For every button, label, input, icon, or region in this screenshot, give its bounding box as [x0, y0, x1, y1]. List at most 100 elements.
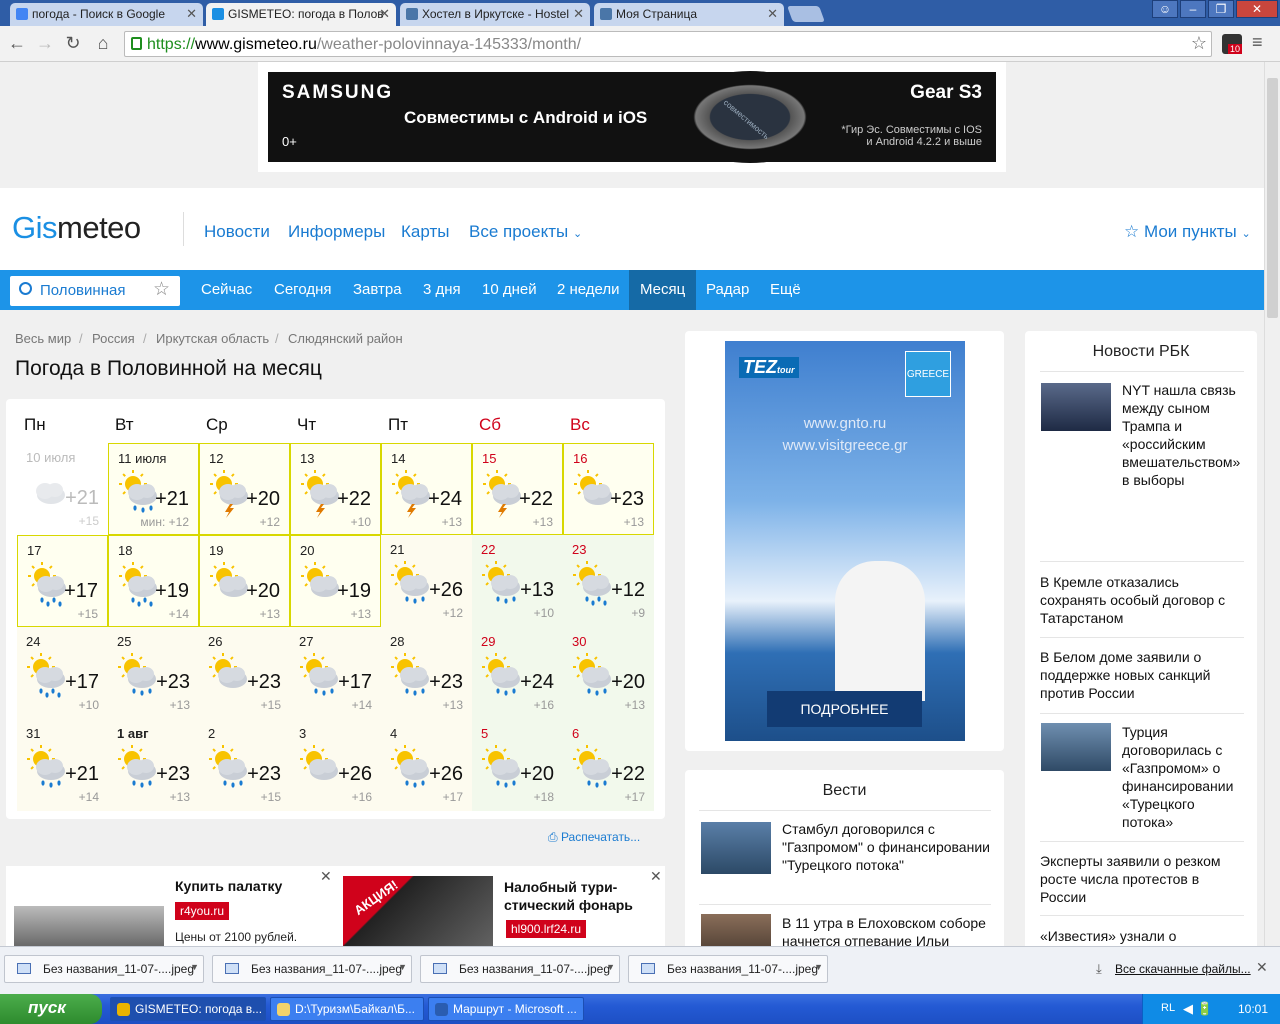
forward-icon[interactable]: →	[34, 32, 56, 54]
nav-tab-4[interactable]: 10 дней	[471, 270, 548, 310]
day-cell[interactable]: 14 +24 +13	[381, 443, 472, 535]
clock[interactable]: 10:01	[1238, 1002, 1268, 1016]
news-link[interactable]: Стамбул договорился с "Газпромом" о фина…	[782, 820, 992, 874]
day-cell[interactable]: 1 авг +23 +13	[108, 719, 199, 811]
browser-tab[interactable]: GISMETEO: погода в Полов ✕	[206, 3, 396, 26]
ad-cta-button[interactable]: ПОДРОБНЕЕ	[767, 691, 922, 727]
nav-tab-8[interactable]: Ещё	[759, 270, 812, 310]
news-link[interactable]: NYT нашла связь между сыном Трампа и «ро…	[1122, 381, 1242, 489]
download-item[interactable]: Без названия_11-07-....jpeg ▼	[212, 955, 412, 983]
ad1-domain[interactable]: r4you.ru	[175, 902, 230, 920]
nav-tab-2[interactable]: Завтра	[342, 270, 413, 310]
close-ad-icon[interactable]: ✕	[650, 868, 662, 885]
day-cell[interactable]: 4 +26 +17	[381, 719, 472, 811]
breadcrumb-item[interactable]: Россия	[92, 331, 135, 346]
page-scrollbar[interactable]	[1264, 62, 1280, 946]
day-cell[interactable]: 24 +17 +10	[17, 627, 108, 719]
news-thumbnail[interactable]	[701, 822, 771, 874]
day-cell[interactable]: 19 +20 +13	[199, 535, 290, 627]
nav-maps[interactable]: Карты	[401, 222, 449, 242]
news-link[interactable]: В 11 утра в Елоховском соборе начнется о…	[782, 914, 992, 946]
language-indicator[interactable]: RL	[1161, 1002, 1175, 1014]
nav-all-projects[interactable]: Все проекты ⌄	[469, 222, 582, 242]
browser-tab[interactable]: Моя Страница ✕	[594, 3, 784, 26]
download-item[interactable]: Без названия_11-07-....jpeg ▼	[420, 955, 620, 983]
day-cell[interactable]: 29 +24 +16	[472, 627, 563, 719]
address-bar[interactable]: https://www.gismeteo.ru/weather-polovinn…	[124, 31, 1212, 57]
breadcrumb-item[interactable]: Весь мир	[15, 331, 71, 346]
ad2-domain[interactable]: hl900.lrf24.ru	[506, 920, 587, 938]
all-downloads-link[interactable]: Все скачанные файлы...	[1115, 962, 1251, 976]
breadcrumb-item[interactable]: Слюдянский район	[288, 331, 403, 346]
day-cell[interactable]: 10 июля +21 +15	[17, 443, 108, 535]
nav-tab-7[interactable]: Радар	[695, 270, 760, 310]
greece-ad[interactable]: TEZtour GREECE www.gnto.ru www.visitgreec…	[685, 331, 1004, 751]
day-cell[interactable]: 22 +13 +10	[472, 535, 563, 627]
taskbar-button[interactable]: GISMETEO: погода в...	[110, 997, 266, 1021]
download-item[interactable]: Без названия_11-07-....jpeg ▼	[628, 955, 828, 983]
taskbar-button[interactable]: Маршрут - Microsoft ...	[428, 997, 584, 1021]
day-cell[interactable]: 6 +22 +17	[563, 719, 654, 811]
nav-tab-6[interactable]: Месяц	[629, 270, 697, 310]
close-ad-icon[interactable]: ✕	[320, 868, 332, 885]
flashlight-image[interactable]: АКЦИЯ!	[343, 876, 493, 946]
news-thumbnail[interactable]	[1041, 383, 1111, 431]
download-item[interactable]: Без названия_11-07-....jpeg ▼	[4, 955, 204, 983]
city-search-input[interactable]: Половинная ☆	[10, 276, 180, 306]
news-link[interactable]: Турция договорилась с «Газпромом» о фина…	[1122, 723, 1242, 831]
scrollbar-thumb[interactable]	[1267, 78, 1278, 318]
new-tab-button[interactable]	[787, 6, 825, 22]
browser-tab[interactable]: погода - Поиск в Google ✕	[10, 3, 203, 26]
day-cell[interactable]: 21 +26 +12	[381, 535, 472, 627]
day-cell[interactable]: 31 +21 +14	[17, 719, 108, 811]
day-cell[interactable]: 15 +22 +13	[472, 443, 563, 535]
day-cell[interactable]: 27 +17 +14	[290, 627, 381, 719]
day-cell[interactable]: 2 +23 +15	[199, 719, 290, 811]
home-icon[interactable]: ⌂	[92, 32, 114, 54]
favorite-star-icon[interactable]: ☆	[153, 278, 170, 301]
menu-icon[interactable]: ≡	[1252, 32, 1263, 53]
day-cell[interactable]: 12 +20 +12	[199, 443, 290, 535]
print-link[interactable]: ⎙ Распечатать...	[548, 830, 640, 845]
back-icon[interactable]: ←	[6, 32, 28, 54]
news-thumbnail[interactable]	[701, 914, 771, 946]
news-link[interactable]: В Кремле отказались сохранять особый дог…	[1040, 573, 1245, 627]
day-cell[interactable]: 28 +23 +13	[381, 627, 472, 719]
day-cell[interactable]: 16 +23 +13	[563, 443, 654, 535]
close-icon[interactable]: ✕	[1256, 959, 1268, 976]
nav-news[interactable]: Новости	[204, 222, 270, 242]
bookmark-star-icon[interactable]: ☆	[1191, 33, 1207, 54]
breadcrumb-item[interactable]: Иркутская область	[156, 331, 269, 346]
top-banner-ad[interactable]: SAMSUNG Совместимы с Android и iOS 0+ со…	[258, 62, 1006, 172]
my-points-link[interactable]: ☆ Мои пункты ⌄	[1124, 222, 1251, 242]
browser-tab[interactable]: Хостел в Иркутске - Hostel ✕	[400, 3, 590, 26]
day-cell[interactable]: 13 +22 +10	[290, 443, 381, 535]
close-tab-icon[interactable]: ✕	[573, 6, 584, 22]
nav-tab-0[interactable]: Сейчас	[190, 270, 263, 310]
day-cell[interactable]: 25 +23 +13	[108, 627, 199, 719]
day-cell[interactable]: 3 +26 +16	[290, 719, 381, 811]
extension-icon[interactable]: 10	[1222, 34, 1243, 54]
day-cell[interactable]: 11 июля +21 мин: +12	[108, 443, 199, 535]
day-cell[interactable]: 20 +19 +13	[290, 535, 381, 627]
nav-tab-5[interactable]: 2 недели	[546, 270, 631, 310]
taskbar-button[interactable]: D:\Туризм\Байкал\Б...	[270, 997, 424, 1021]
day-cell[interactable]: 17 +17 +15	[17, 535, 108, 627]
close-window-button[interactable]: ✕	[1236, 0, 1278, 18]
chevron-down-icon[interactable]: ▼	[190, 962, 199, 972]
close-tab-icon[interactable]: ✕	[767, 6, 778, 22]
day-cell[interactable]: 18 +19 +14	[108, 535, 199, 627]
gismeteo-logo[interactable]: Gismeteo	[12, 210, 141, 246]
nav-tab-3[interactable]: 3 дня	[412, 270, 472, 310]
news-link[interactable]: В Белом доме заявили о поддержке новых с…	[1040, 648, 1245, 702]
day-cell[interactable]: 30 +20 +13	[563, 627, 654, 719]
chevron-down-icon[interactable]: ▼	[398, 962, 407, 972]
nav-tab-1[interactable]: Сегодня	[263, 270, 343, 310]
ad1-title[interactable]: Купить палатку	[175, 878, 282, 894]
minimize-button[interactable]: –	[1180, 0, 1206, 18]
nav-informers[interactable]: Информеры	[288, 222, 385, 242]
day-cell[interactable]: 23 +12 +9	[563, 535, 654, 627]
tray-icons[interactable]: ◀ 🔋	[1183, 1001, 1213, 1017]
news-link[interactable]: «Известия» узнали о готовности Москвы вы…	[1040, 927, 1245, 946]
close-tab-icon[interactable]: ✕	[379, 6, 390, 22]
